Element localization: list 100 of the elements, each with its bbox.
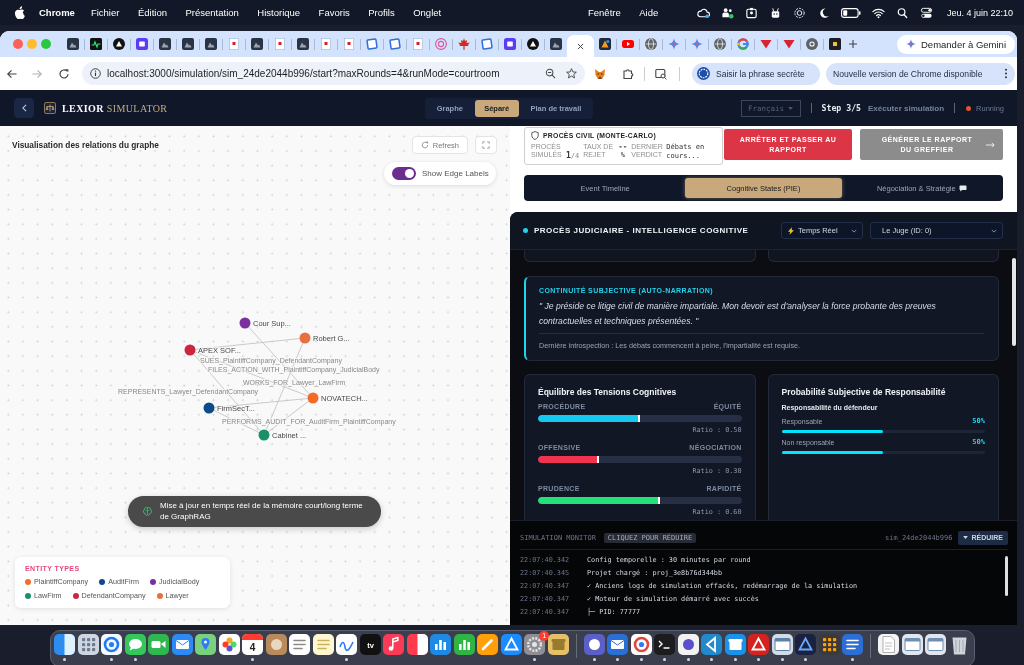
secret-phrase-button[interactable]: Saisir la phrase secrète: [692, 62, 820, 85]
puzzle-icon[interactable]: [622, 67, 634, 80]
document-icon[interactable]: [878, 634, 900, 655]
list-icon[interactable]: [289, 634, 311, 655]
grid-icon[interactable]: [77, 634, 99, 655]
flower-icon[interactable]: [218, 634, 240, 655]
reload-icon[interactable]: [58, 67, 70, 80]
cloud-icon[interactable]: [696, 6, 710, 19]
menu-item[interactable]: Fichier: [90, 7, 120, 18]
star-icon[interactable]: [566, 68, 577, 79]
box-icon[interactable]: [547, 634, 569, 655]
back-arrow-icon[interactable]: [6, 67, 18, 80]
ring-icon[interactable]: [630, 634, 652, 655]
toggle-switch[interactable]: [392, 167, 416, 180]
caret-down-icon: [788, 106, 794, 110]
calendar-icon[interactable]: 4: [242, 634, 264, 655]
graph-node[interactable]: [239, 317, 251, 329]
app-icon[interactable]: [54, 634, 76, 655]
calculator-icon[interactable]: [818, 634, 840, 655]
ask-gemini-button[interactable]: Demander à Gemini: [897, 34, 1015, 54]
menu-item[interactable]: Édition: [137, 7, 167, 18]
bar-chart-icon[interactable]: [453, 634, 475, 655]
tab-search-icon[interactable]: [655, 67, 667, 80]
envelope-icon[interactable]: [171, 634, 193, 655]
app-icon[interactable]: [771, 634, 793, 655]
menu-item[interactable]: Onglet: [413, 7, 442, 18]
pen-icon[interactable]: [477, 634, 499, 655]
target-icon: [435, 38, 447, 50]
document-icon: [343, 38, 355, 50]
app-title: LEXIOR SIMULATOR: [62, 102, 168, 114]
zoom-icon[interactable]: [545, 68, 556, 79]
toggles-icon[interactable]: [919, 6, 933, 19]
id-badge-icon[interactable]: [744, 6, 758, 19]
brain-icon: [142, 506, 153, 517]
app-icon[interactable]: [795, 634, 817, 655]
graph-node[interactable]: [307, 392, 319, 404]
new-tab-icon[interactable]: [848, 39, 858, 49]
people-icon[interactable]: [720, 6, 734, 19]
app-icon[interactable]: [265, 634, 287, 655]
menu-item[interactable]: Historique: [257, 7, 301, 18]
menu-item[interactable]: Favoris: [318, 7, 350, 18]
scrollbar-thumb[interactable]: [1012, 258, 1016, 346]
code-icon[interactable]: [701, 634, 723, 655]
document-icon: [274, 38, 286, 50]
menu-app-name[interactable]: Chrome: [39, 7, 75, 18]
envelope-icon[interactable]: [607, 634, 629, 655]
compass-icon[interactable]: [101, 634, 123, 655]
triangle-icon: [113, 38, 125, 50]
gear-icon[interactable]: [524, 634, 546, 655]
section-title: PROCÈS JUDICIAIRE - INTELLIGENCE COGNITIVE: [534, 226, 749, 235]
document-icon: [320, 38, 332, 50]
menu-bar-clock[interactable]: Jeu. 4 juin 22:10: [946, 7, 1013, 18]
image-stack-icon[interactable]: [901, 634, 923, 655]
graph-node[interactable]: [203, 402, 215, 414]
graph-node[interactable]: [184, 344, 196, 356]
radar-icon[interactable]: [792, 6, 806, 19]
chat-bubble-icon[interactable]: [124, 634, 146, 655]
info-icon[interactable]: [90, 68, 101, 79]
fox-icon[interactable]: [594, 67, 606, 80]
menu-item[interactable]: Aide: [639, 7, 659, 18]
search-icon[interactable]: [895, 6, 909, 19]
address-bar[interactable]: localhost:3000/simulation/sim_24de2044b996/start?maxRounds=4&runMode=courtroom: [82, 62, 585, 85]
app-tile-icon: [182, 38, 194, 50]
sparkle-icon: [668, 38, 680, 50]
close-icon[interactable]: [577, 42, 584, 50]
globe-icon: [645, 38, 657, 50]
back-button[interactable]: [14, 98, 34, 118]
frame-icon: [481, 38, 493, 50]
app-icon[interactable]: [842, 634, 864, 655]
image-stack-icon[interactable]: [925, 634, 947, 655]
chrome-update-button[interactable]: Nouvelle version de Chrome disponible: [826, 62, 1015, 85]
card-title: Équilibre des Tensions Cognitives: [538, 386, 678, 398]
wifi-icon[interactable]: [871, 6, 885, 19]
app-icon[interactable]: [500, 634, 522, 655]
scrollbar-thumb[interactable]: [1005, 556, 1008, 596]
app-icon[interactable]: [406, 634, 428, 655]
app-icon[interactable]: [430, 634, 452, 655]
menu-item[interactable]: Présentation: [185, 7, 239, 18]
toggle-label: Show Edge Labels: [422, 169, 489, 178]
scales-icon: [44, 102, 56, 114]
app-icon[interactable]: [724, 634, 746, 655]
app-icon[interactable]: [677, 634, 699, 655]
menu-item[interactable]: Profils: [368, 7, 395, 18]
graph-node[interactable]: [258, 429, 270, 441]
menu-item[interactable]: Fenêtre: [588, 7, 621, 18]
camera-icon[interactable]: [148, 634, 170, 655]
app-icon[interactable]: [748, 634, 770, 655]
graph-node[interactable]: [299, 332, 311, 344]
ring-icon: [737, 38, 749, 50]
apple-logo-icon[interactable]: [14, 6, 25, 19]
app-tile-icon: [297, 38, 309, 50]
panel-title: Visualisation des relations du graphe: [12, 140, 159, 150]
squiggle-icon[interactable]: [336, 634, 358, 655]
terminal-icon[interactable]: [654, 634, 676, 655]
map-pin-icon[interactable]: [195, 634, 217, 655]
music-note-icon[interactable]: [383, 634, 405, 655]
battery-icon[interactable]: [840, 7, 861, 18]
arrow-right-icon: [986, 141, 995, 148]
app-icon[interactable]: [583, 634, 605, 655]
notepad-icon[interactable]: [312, 634, 334, 655]
